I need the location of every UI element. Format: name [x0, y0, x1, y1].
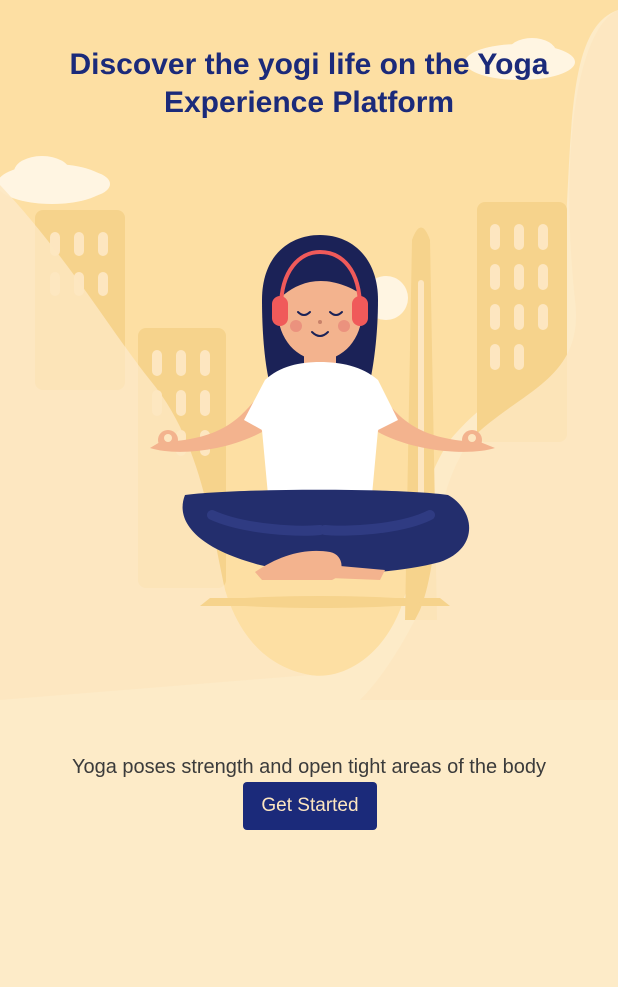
hero-section: Discover the yogi life on the Yoga Exper… [0, 0, 618, 700]
tagline-text: Yoga poses strength and open tight areas… [71, 756, 547, 778]
page-title: Discover the yogi life on the Yoga Exper… [69, 48, 549, 119]
get-started-button[interactable]: Get Started [243, 782, 377, 830]
floor-shadow-ellipse [220, 596, 420, 608]
